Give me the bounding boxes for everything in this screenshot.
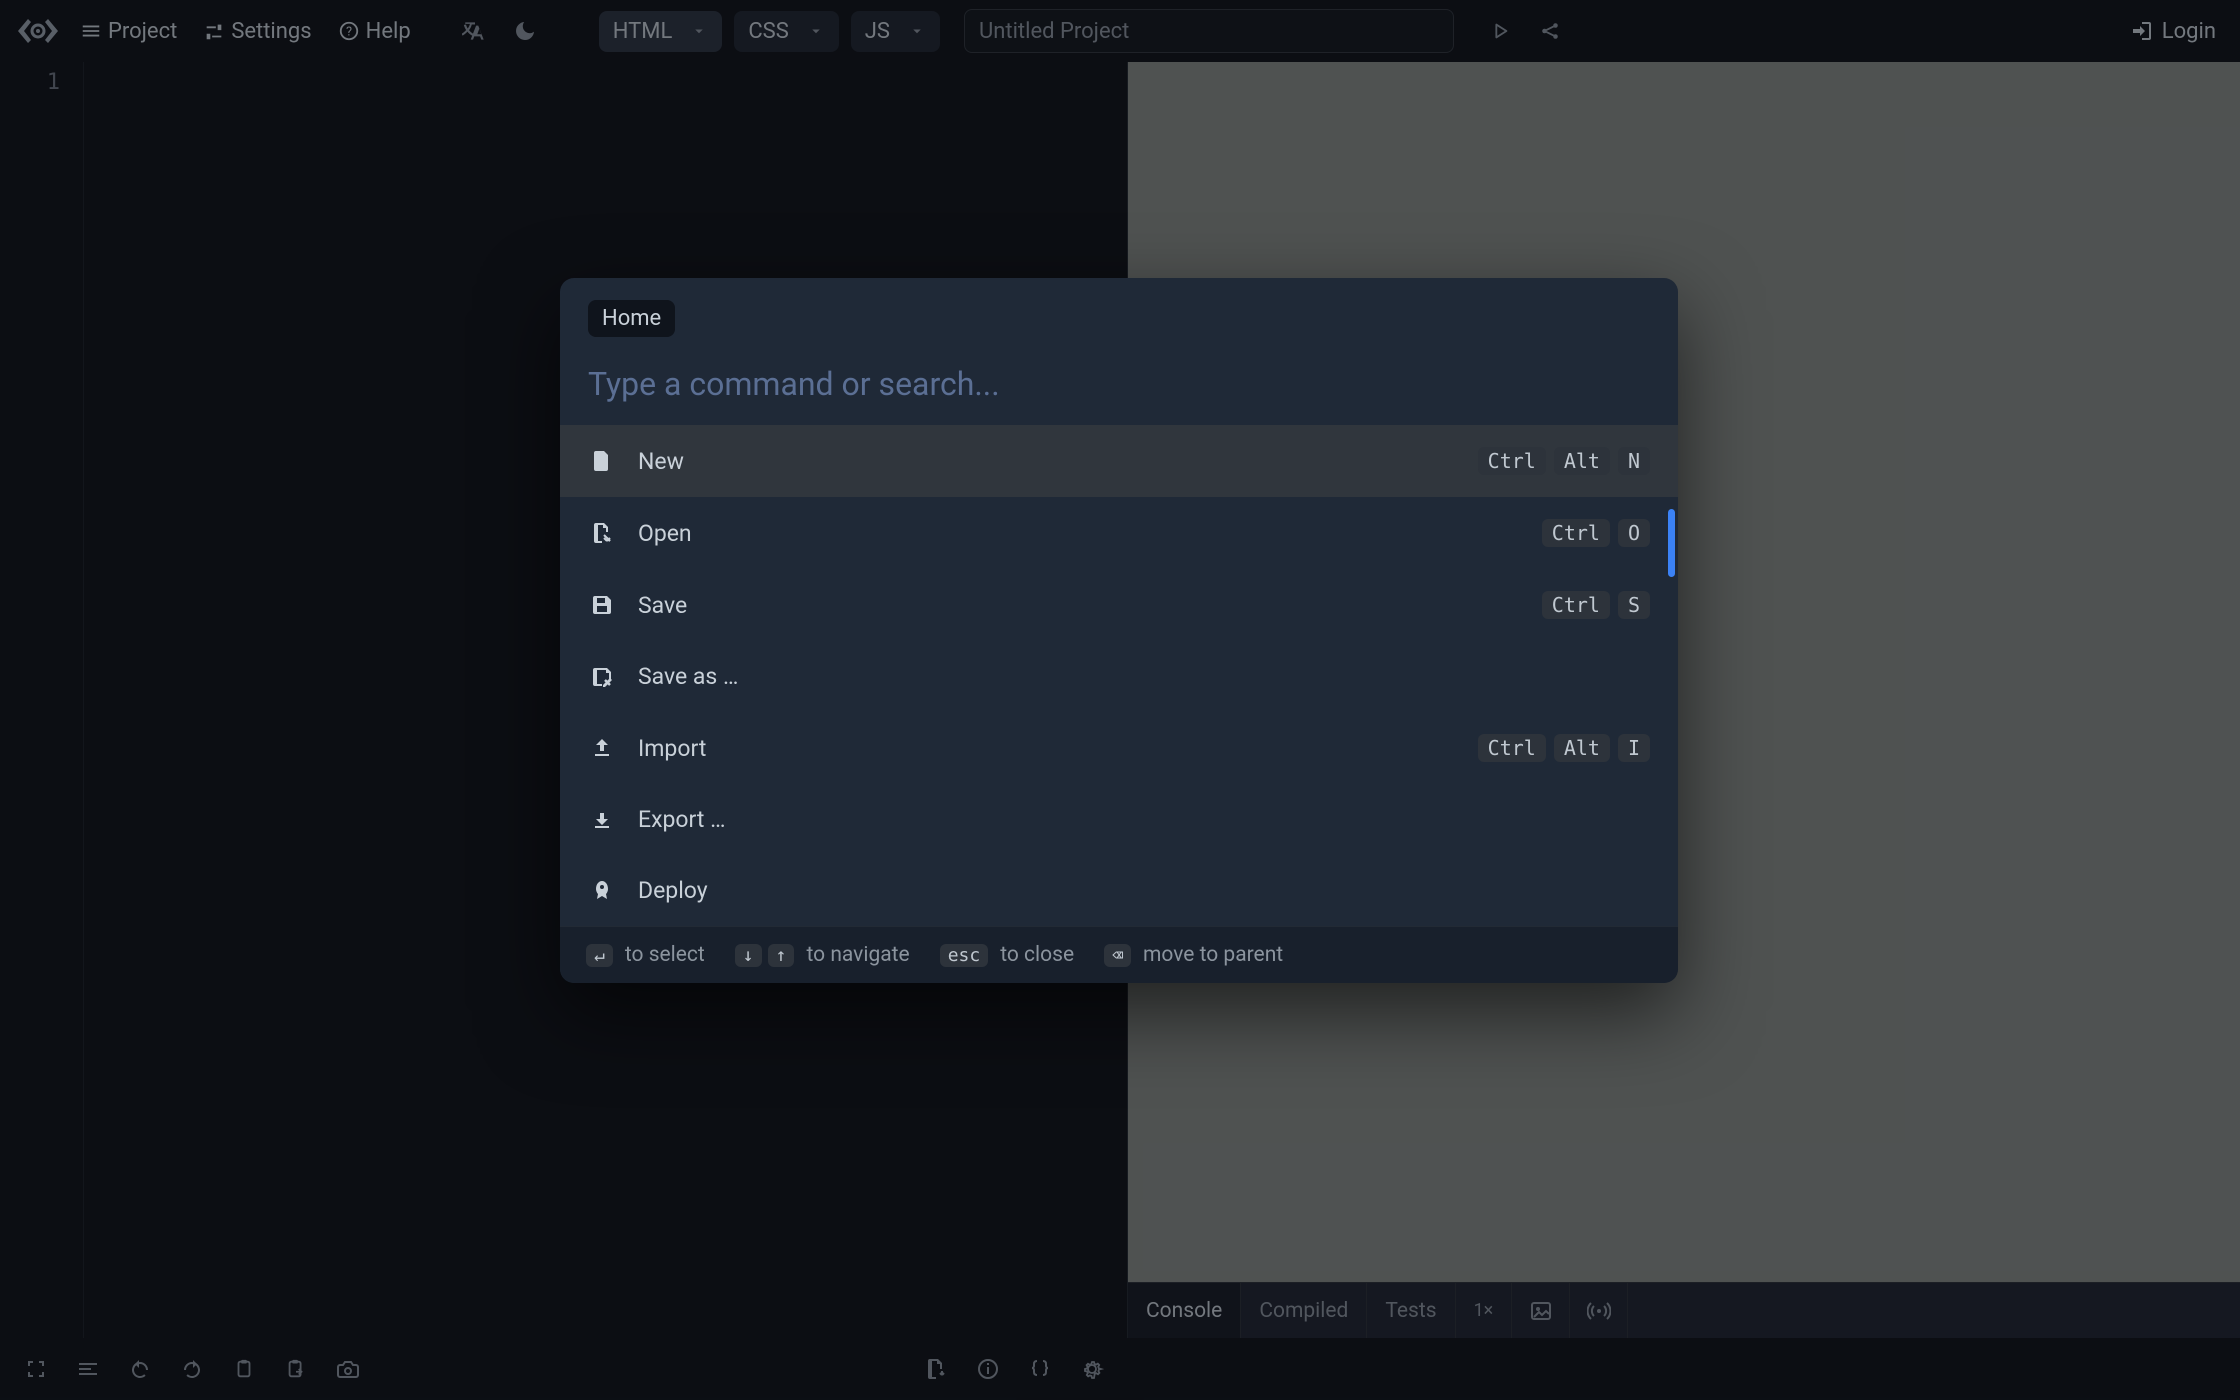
save-as-icon [588, 665, 616, 689]
export-icon [588, 808, 616, 832]
hint-select-label: to select [625, 943, 705, 967]
palette-item-label: Export … [638, 806, 1650, 833]
kbd: Ctrl [1542, 519, 1610, 547]
hint-close-label: to close [1000, 943, 1074, 967]
hint-parent-label: move to parent [1143, 943, 1283, 967]
palette-item-open[interactable]: Open Ctrl O [560, 497, 1678, 569]
hint-select: ↵ to select [586, 943, 705, 967]
palette-scrollbar[interactable] [1668, 509, 1675, 577]
palette-breadcrumb[interactable]: Home [588, 300, 675, 337]
file-open-icon [588, 521, 616, 545]
hint-close: esc to close [940, 943, 1074, 967]
palette-header: Home [560, 278, 1678, 337]
kbd: O [1618, 519, 1650, 547]
kbd: Ctrl [1478, 447, 1546, 475]
hint-navigate-label: to navigate [806, 943, 909, 967]
kbd: I [1618, 734, 1650, 762]
palette-item-label: Deploy [638, 877, 1650, 904]
arrow-down-icon: ↓ [735, 944, 762, 967]
kbd: Ctrl [1478, 734, 1546, 762]
palette-item-label: Save as … [638, 663, 1650, 690]
palette-item-import[interactable]: Import Ctrl Alt I [560, 712, 1678, 784]
backspace-key-icon: ⌫ [1104, 944, 1131, 967]
palette-item-label: Save [638, 592, 1520, 619]
kbd: Alt [1554, 447, 1610, 475]
hint-parent: ⌫ move to parent [1104, 943, 1283, 967]
palette-footer: ↵ to select ↓ ↑ to navigate esc to close… [560, 926, 1678, 983]
palette-item-deploy[interactable]: Deploy [560, 855, 1678, 926]
palette-item-new[interactable]: New Ctrl Alt N [560, 425, 1678, 497]
kbd: N [1618, 447, 1650, 475]
file-new-icon [588, 449, 616, 473]
import-icon [588, 736, 616, 760]
command-palette: Home New Ctrl Alt N Open Ctrl O [560, 278, 1678, 983]
palette-item-save[interactable]: Save Ctrl S [560, 569, 1678, 641]
palette-list: New Ctrl Alt N Open Ctrl O Save Ctrl [560, 425, 1678, 926]
save-icon [588, 593, 616, 617]
arrow-up-icon: ↑ [768, 944, 795, 967]
palette-item-label: Open [638, 520, 1520, 547]
palette-item-export[interactable]: Export … [560, 784, 1678, 855]
palette-item-keys: Ctrl S [1542, 591, 1650, 619]
kbd: Ctrl [1542, 591, 1610, 619]
palette-item-label: New [638, 448, 1456, 475]
hint-navigate: ↓ ↑ to navigate [735, 943, 910, 967]
palette-item-keys: Ctrl Alt N [1478, 447, 1650, 475]
deploy-icon [588, 879, 616, 903]
palette-item-label: Import [638, 735, 1456, 762]
kbd: Alt [1554, 734, 1610, 762]
kbd: S [1618, 591, 1650, 619]
esc-key: esc [940, 944, 989, 967]
palette-item-saveas[interactable]: Save as … [560, 641, 1678, 712]
palette-item-keys: Ctrl Alt I [1478, 734, 1650, 762]
palette-item-keys: Ctrl O [1542, 519, 1650, 547]
palette-search-input[interactable] [560, 337, 1678, 425]
enter-key-icon: ↵ [586, 944, 613, 967]
